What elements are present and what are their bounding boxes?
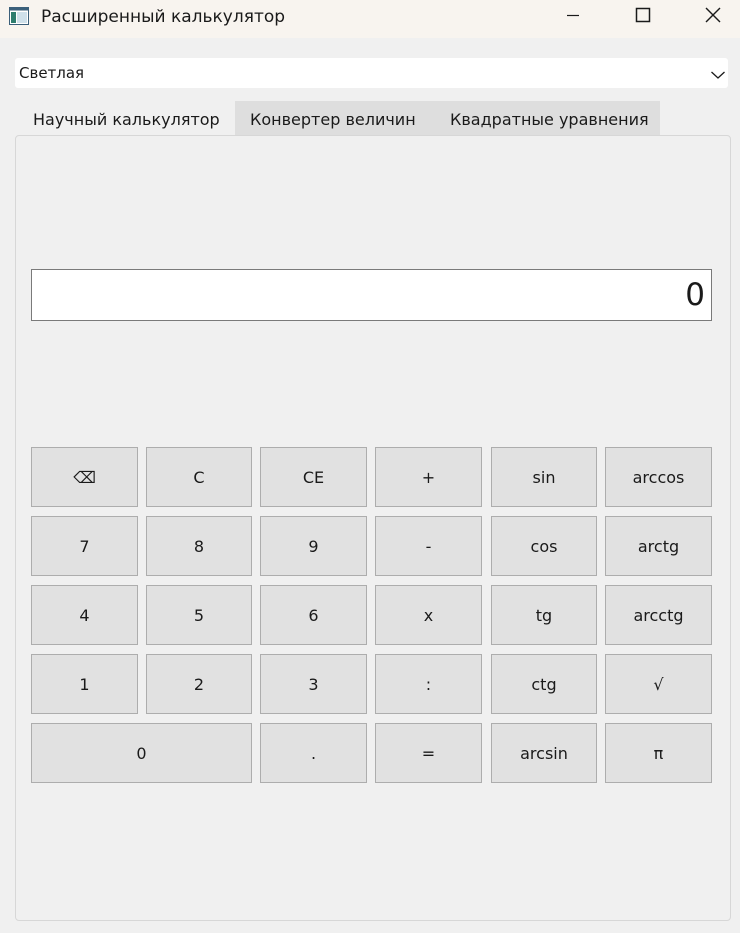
close-button[interactable] [683,0,740,34]
key-label: x [423,605,434,625]
arccos-button[interactable]: arccos [605,447,712,507]
key-label: π [653,743,664,763]
equals-button[interactable]: = [375,723,482,783]
tab-bar: Научный калькулятор Конвертер величин Кв… [15,101,660,137]
theme-select-value: Светлая [19,64,85,82]
tg-button[interactable]: tg [491,585,597,645]
key-label: arcctg [633,605,684,625]
decimal-point-button[interactable]: . [260,723,367,783]
key-label: - [425,536,432,556]
digit-4-button[interactable]: 4 [31,585,138,645]
cos-button[interactable]: cos [491,516,597,576]
digit-9-button[interactable]: 9 [260,516,367,576]
sin-button[interactable]: sin [491,447,597,507]
key-label: CE [302,467,325,487]
arcsin-button[interactable]: arcsin [491,723,597,783]
key-label: ctg [531,674,557,694]
backspace-icon: ⌫ [73,467,96,487]
digit-3-button[interactable]: 3 [260,654,367,714]
key-label: C [193,467,205,487]
key-label: 7 [79,536,90,556]
ctg-button[interactable]: ctg [491,654,597,714]
key-label: sin [532,467,556,487]
clear-button[interactable]: C [146,447,252,507]
pi-button[interactable]: π [605,723,712,783]
multiply-button[interactable]: x [375,585,482,645]
arctg-button[interactable]: arctg [605,516,712,576]
tab-label: Конвертер величин [250,110,416,129]
key-label: 1 [79,674,90,694]
clear-entry-button[interactable]: CE [260,447,367,507]
tab-unit-converter[interactable]: Конвертер величин [235,101,433,137]
tab-quadratic-equations[interactable]: Квадратные уравнения [433,101,660,137]
key-label: : [425,674,432,694]
key-label: tg [535,605,553,625]
tab-label: Научный калькулятор [33,110,220,129]
key-label: 8 [193,536,205,556]
plus-button[interactable]: + [375,447,482,507]
maximize-button[interactable] [613,0,673,34]
digit-5-button[interactable]: 5 [146,585,252,645]
key-label: + [421,467,436,487]
digit-2-button[interactable]: 2 [146,654,252,714]
sqrt-button[interactable]: √ [605,654,712,714]
tab-scientific-calculator[interactable]: Научный калькулятор [15,101,235,137]
display-value: 0 [685,277,705,313]
app-window-icon [9,7,29,25]
key-label: = [421,743,436,763]
key-label: 3 [308,674,319,694]
digit-6-button[interactable]: 6 [260,585,367,645]
tab-label: Квадратные уравнения [450,110,649,129]
divide-button[interactable]: : [375,654,482,714]
maximize-icon [635,7,651,27]
chevron-down-icon [710,66,726,85]
key-label: 2 [193,674,205,694]
key-label: 6 [308,605,319,625]
close-icon [704,6,722,28]
arcctg-button[interactable]: arcctg [605,585,712,645]
key-label: √ [653,674,664,694]
minimize-button[interactable] [543,0,603,34]
window-title: Расширенный калькулятор [41,7,286,27]
minimize-icon [565,7,581,27]
digit-8-button[interactable]: 8 [146,516,252,576]
digit-7-button[interactable]: 7 [31,516,138,576]
key-label: 5 [193,605,205,625]
title-bar: Расширенный калькулятор [0,0,740,38]
key-label: cos [530,536,558,556]
key-label: arcsin [520,743,568,763]
backspace-button[interactable]: ⌫ [31,447,138,507]
digit-0-button[interactable]: 0 [31,723,252,783]
digit-1-button[interactable]: 1 [31,654,138,714]
key-label: 0 [136,743,147,763]
key-label: 9 [308,536,319,556]
key-label: arccos [632,467,685,487]
key-label: arctg [637,536,680,556]
key-label: 4 [79,605,90,625]
minus-button[interactable]: - [375,516,482,576]
calculator-display: 0 [31,269,712,321]
theme-select[interactable]: Светлая [15,58,728,88]
key-label: . [310,743,317,763]
